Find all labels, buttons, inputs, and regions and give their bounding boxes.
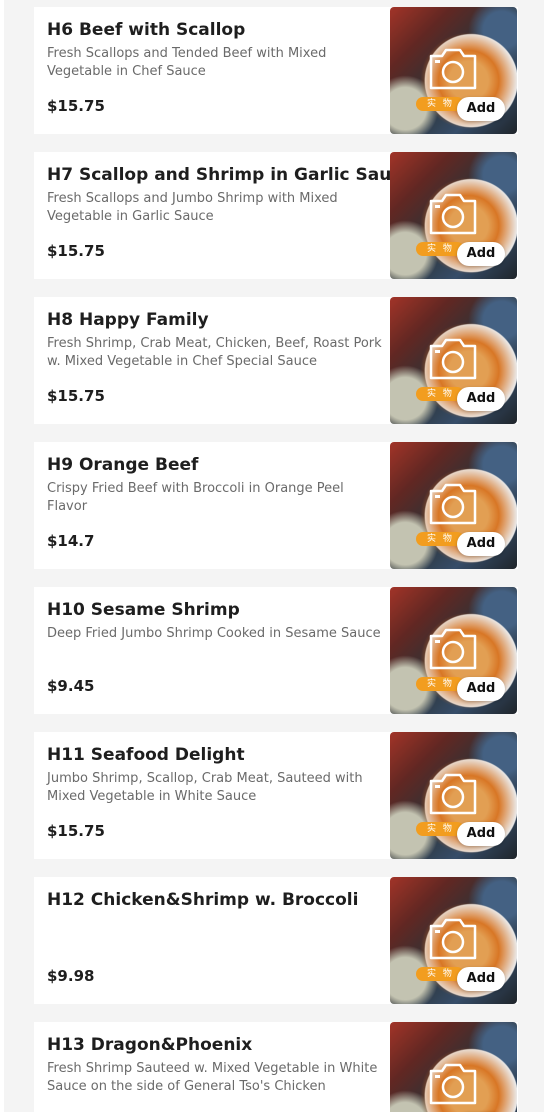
item-price: $15.75 [47,242,105,260]
add-button[interactable]: Add [457,677,505,701]
menu-page: H6 Beef with Scallop Fresh Scallops and … [0,0,550,1112]
menu-item[interactable]: H6 Beef with Scallop Fresh Scallops and … [34,7,518,134]
item-photo[interactable]: 实 物 Add [390,1022,517,1112]
item-price: $9.45 [47,677,95,695]
item-price: $14.7 [47,532,95,550]
item-description: Jumbo Shrimp, Scallop, Crab Meat, Sautee… [47,771,363,804]
item-price: $15.75 [47,387,105,405]
camera-icon [429,193,477,235]
item-name: H10 Sesame Shrimp [47,600,240,620]
add-button[interactable]: Add [457,97,505,121]
camera-icon [429,483,477,525]
item-price: $15.75 [47,97,105,115]
item-photo[interactable]: 实 物 Add [390,152,517,279]
camera-icon [429,918,477,960]
camera-icon [429,628,477,670]
item-photo[interactable]: 实 物 Add [390,442,517,569]
camera-icon [429,338,477,380]
add-button[interactable]: Add [457,387,505,411]
item-name: H8 Happy Family [47,310,209,330]
item-description: Fresh Shrimp, Crab Meat, Chicken, Beef, … [47,336,382,369]
menu-item[interactable]: H7 Scallop and Shrimp in Garlic Sauce Fr… [34,152,518,279]
item-name: H13 Dragon&Phoenix [47,1035,253,1055]
item-name: H7 Scallop and Shrimp in Garlic Sauce [47,165,413,185]
item-price: $9.98 [47,967,95,985]
item-price: $15.75 [47,822,105,840]
add-button[interactable]: Add [457,822,505,846]
item-description: Fresh Scallops and Jumbo Shrimp with Mix… [47,191,338,224]
item-name: H9 Orange Beef [47,455,199,475]
item-photo[interactable]: 实 物 Add [390,587,517,714]
item-description: Crispy Fried Beef with Broccoli in Orang… [47,481,344,514]
item-photo[interactable]: 实 物 Add [390,7,517,134]
menu-item[interactable]: H10 Sesame Shrimp Deep Fried Jumbo Shrim… [34,587,518,714]
menu-item[interactable]: H9 Orange Beef Crispy Fried Beef with Br… [34,442,518,569]
item-photo[interactable]: 实 物 Add [390,877,517,1004]
item-photo[interactable]: 实 物 Add [390,297,517,424]
item-description: Fresh Scallops and Tended Beef with Mixe… [47,46,327,79]
menu-item[interactable]: H12 Chicken&Shrimp w. Broccoli $9.98 实 物… [34,877,518,1004]
menu-item[interactable]: H13 Dragon&Phoenix Fresh Shrimp Sauteed … [34,1022,518,1112]
item-description: Deep Fried Jumbo Shrimp Cooked in Sesame… [47,626,381,641]
camera-icon [429,1063,477,1105]
add-button[interactable]: Add [457,532,505,556]
item-name: H6 Beef with Scallop [47,20,246,40]
item-description: Fresh Shrimp Sauteed w. Mixed Vegetable … [47,1061,378,1094]
camera-icon [429,48,477,90]
item-name: H11 Seafood Delight [47,745,245,765]
menu-list: H6 Beef with Scallop Fresh Scallops and … [34,7,518,1112]
item-name: H12 Chicken&Shrimp w. Broccoli [47,890,359,910]
menu-item[interactable]: H8 Happy Family Fresh Shrimp, Crab Meat,… [34,297,518,424]
add-button[interactable]: Add [457,242,505,266]
item-photo[interactable]: 实 物 Add [390,732,517,859]
camera-icon [429,773,477,815]
add-button[interactable]: Add [457,967,505,991]
menu-item[interactable]: H11 Seafood Delight Jumbo Shrimp, Scallo… [34,732,518,859]
